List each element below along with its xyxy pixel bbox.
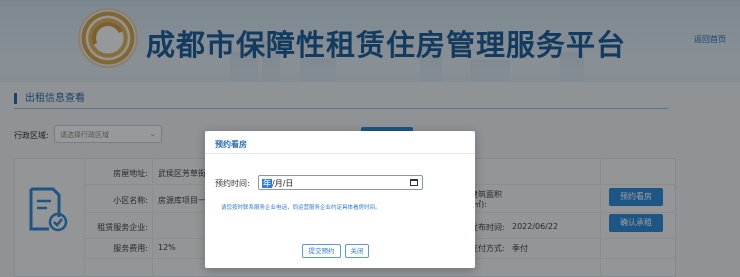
modal-divider bbox=[205, 153, 475, 154]
appointment-time-label: 预约时间: bbox=[215, 179, 250, 188]
booking-notice: 请您按时联系服务企业电话，同运营服务企业约定具体看房时间。 bbox=[221, 205, 381, 211]
submit-booking-button[interactable]: 提交预约 bbox=[302, 244, 341, 258]
date-year-segment[interactable]: 年 bbox=[262, 179, 272, 188]
date-rest-segment: /月/日 bbox=[272, 179, 294, 188]
close-button[interactable]: 关闭 bbox=[345, 244, 369, 258]
booking-modal: 预约看房 预约时间: 年/月/日 请您按时联系服务企业电话，同运营服务企业约定具… bbox=[205, 131, 475, 268]
appointment-date-input[interactable]: 年/月/日 bbox=[258, 175, 423, 190]
calendar-icon[interactable] bbox=[410, 179, 418, 186]
modal-title: 预约看房 bbox=[215, 140, 247, 149]
